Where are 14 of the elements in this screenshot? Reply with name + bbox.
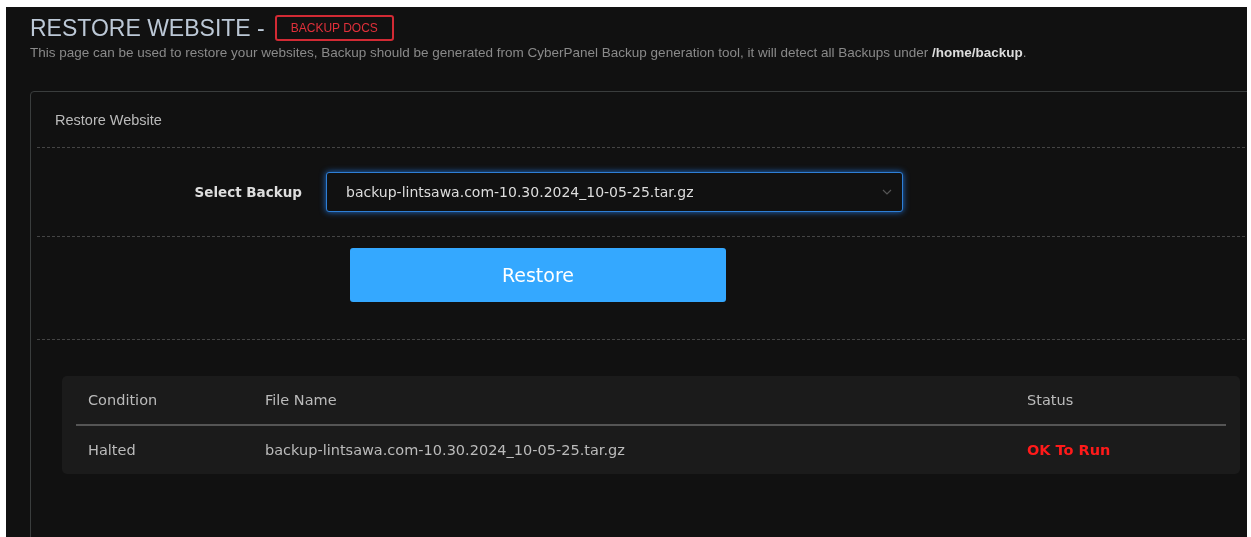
restore-button[interactable]: Restore (350, 248, 726, 302)
page-description: This page can be used to restore your websites, Backup should be generated from CyberPanel Backup generation tool, it will detect all Backups under /home/backup. (30, 45, 1028, 60)
column-header: File Name (265, 392, 338, 408)
table-cell-text: backup-lintsawa.com-10.30.2024_10-05-25.tar.gz (265, 442, 626, 458)
backup-select[interactable]: backup-lintsawa.com-10.30.2024_10-05-25.tar.gz (326, 172, 903, 212)
backup-docs-link[interactable]: BACKUP DOCS (274, 15, 394, 41)
select-label: Select Backup (193, 184, 303, 200)
table-cell-text: Halted (87, 442, 137, 458)
chevron-down-icon (882, 189, 892, 195)
page-title: RESTORE WEBSITE - (30, 14, 265, 42)
status-text: OK To Run (1027, 442, 1111, 458)
column-header: Status (1027, 392, 1074, 408)
column-header: Condition (87, 392, 159, 408)
card-title: Restore Website (55, 111, 162, 128)
